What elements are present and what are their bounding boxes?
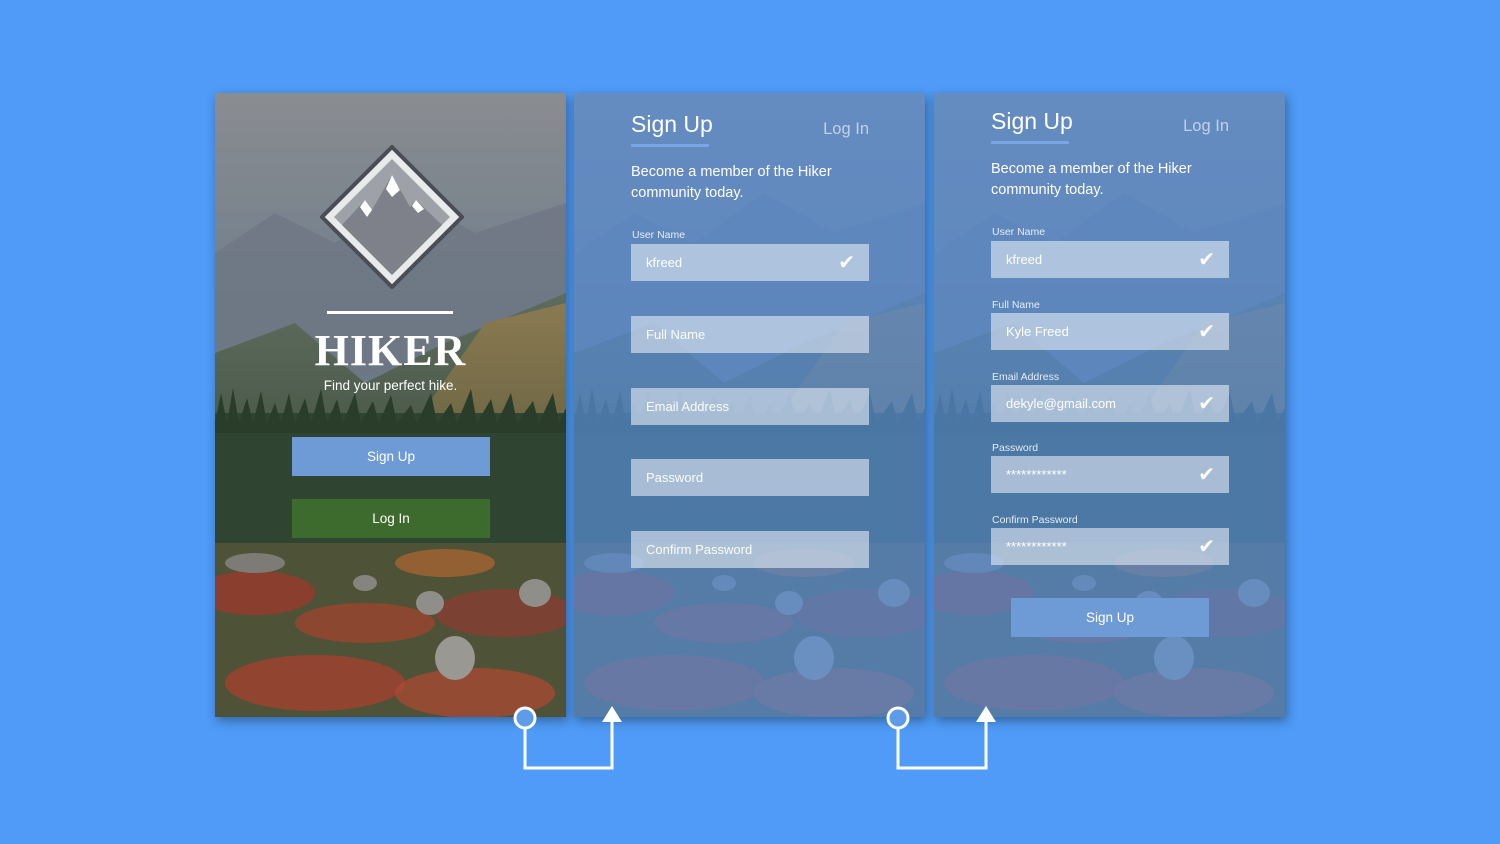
confirm-password-field[interactable]: ************ ✔ — [991, 528, 1229, 565]
signup-screen-filled: Sign Up Log In Become a member of the Hi… — [934, 93, 1285, 717]
full-name-field[interactable]: Full Name — [631, 316, 869, 353]
confirm-password-value: ************ — [1006, 539, 1067, 554]
username-label: User Name — [632, 229, 686, 241]
username-field[interactable]: kfreed ✔ — [631, 244, 869, 281]
welcome-screen: HIKER Find your perfect hike. Sign Up Lo… — [215, 93, 566, 717]
signup-screen-empty: Sign Up Log In Become a member of the Hi… — [574, 93, 925, 717]
full-name-placeholder: Full Name — [646, 327, 706, 342]
username-value: kfreed — [1006, 252, 1043, 267]
email-field[interactable]: Email Address — [631, 388, 869, 425]
password-field[interactable]: Password — [631, 459, 869, 496]
logo-divider — [327, 311, 453, 314]
check-icon: ✔ — [1198, 536, 1215, 558]
username-field[interactable]: kfreed ✔ — [991, 241, 1229, 278]
tab-active-underline — [631, 144, 709, 147]
log-in-button[interactable]: Log In — [292, 499, 490, 538]
tab-sign-up[interactable]: Sign Up — [991, 108, 1073, 135]
password-label: Password — [992, 442, 1039, 454]
intro-text: Become a member of the Hiker community t… — [631, 164, 832, 201]
check-icon: ✔ — [1198, 393, 1215, 415]
tab-log-in[interactable]: Log In — [823, 120, 869, 139]
full-name-label: Full Name — [992, 299, 1040, 311]
tab-log-in[interactable]: Log In — [1183, 117, 1229, 136]
email-label: Email Address — [992, 371, 1060, 383]
password-value: ************ — [1006, 467, 1067, 482]
check-icon: ✔ — [1198, 321, 1215, 343]
check-icon: ✔ — [1198, 464, 1215, 486]
app-title: HIKER — [314, 326, 467, 375]
tab-active-underline — [991, 141, 1069, 144]
full-name-value: Kyle Freed — [1006, 324, 1069, 339]
sign-up-button[interactable]: Sign Up — [292, 437, 490, 476]
tab-sign-up[interactable]: Sign Up — [631, 111, 713, 138]
confirm-password-field[interactable]: Confirm Password — [631, 531, 869, 568]
confirm-password-placeholder: Confirm Password — [646, 542, 753, 557]
check-icon: ✔ — [838, 252, 855, 274]
email-placeholder: Email Address — [646, 399, 730, 414]
full-name-field[interactable]: Kyle Freed ✔ — [991, 313, 1229, 350]
intro-text: Become a member of the Hiker community t… — [991, 161, 1192, 198]
app-tagline: Find your perfect hike. — [323, 378, 458, 393]
check-icon: ✔ — [1198, 249, 1215, 271]
email-value: dekyle@gmail.com — [1006, 396, 1117, 411]
username-label: User Name — [992, 226, 1046, 238]
username-value: kfreed — [646, 255, 683, 270]
hiker-logo-icon — [319, 144, 465, 290]
sign-up-submit-button[interactable]: Sign Up — [1011, 598, 1209, 637]
email-field[interactable]: dekyle@gmail.com ✔ — [991, 385, 1229, 422]
password-field[interactable]: ************ ✔ — [991, 456, 1229, 493]
confirm-password-label: Confirm Password — [992, 514, 1078, 526]
password-placeholder: Password — [646, 470, 704, 485]
